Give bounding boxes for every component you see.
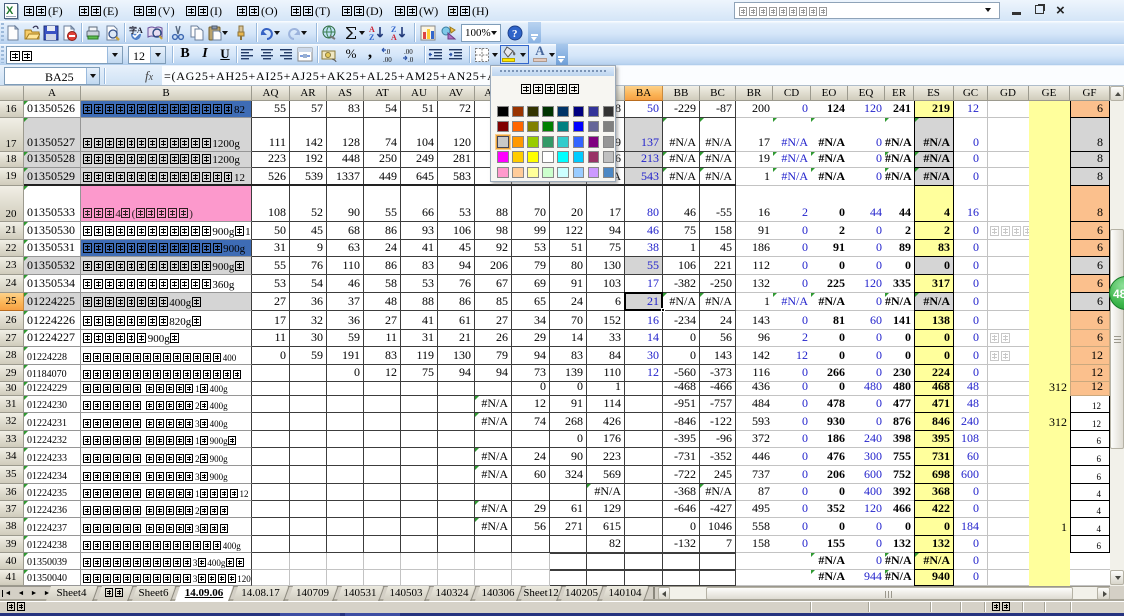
svg-text:字A: 字A <box>129 25 143 35</box>
svg-text:.0: .0 <box>408 56 414 63</box>
svg-text:.00: .00 <box>383 56 392 63</box>
svg-text:.00: .00 <box>404 48 413 56</box>
svg-text:A: A <box>391 33 397 41</box>
svg-text:.0: .0 <box>385 48 391 56</box>
svg-text:?: ? <box>512 28 518 40</box>
svg-text:Z: Z <box>369 33 374 41</box>
